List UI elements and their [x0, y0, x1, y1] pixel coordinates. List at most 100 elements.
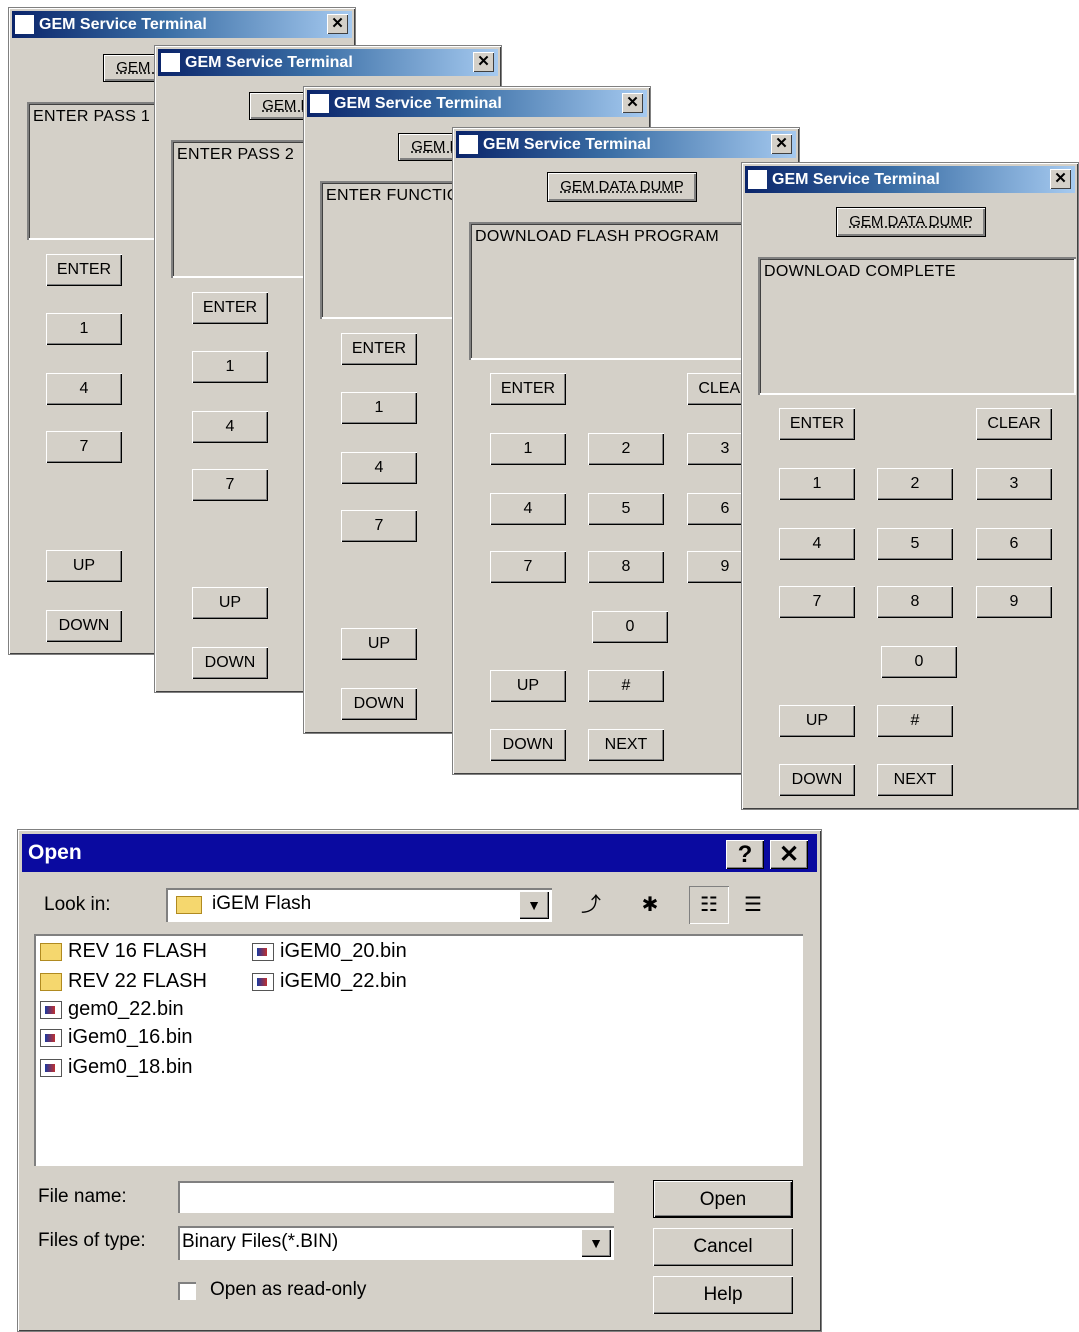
- file-name-input[interactable]: [178, 1181, 614, 1213]
- key-1[interactable]: 1: [341, 392, 417, 424]
- up-button[interactable]: UP: [192, 587, 268, 619]
- terminal-display: DOWNLOAD FLASH PROGRAM: [469, 222, 769, 360]
- key-1[interactable]: 1: [779, 468, 855, 500]
- title-bar[interactable]: GEM Service Terminal ✕: [158, 49, 498, 76]
- dialog-title: Open: [28, 841, 82, 864]
- key-7[interactable]: 7: [341, 510, 417, 542]
- down-button[interactable]: DOWN: [779, 764, 855, 796]
- close-icon[interactable]: ✕: [770, 840, 808, 869]
- enter-button[interactable]: ENTER: [341, 333, 417, 365]
- help-icon[interactable]: ?: [726, 840, 764, 869]
- gem-data-dump-button[interactable]: GEM DATA DUMP: [547, 172, 697, 202]
- key-4[interactable]: 4: [779, 528, 855, 560]
- key-0[interactable]: 0: [592, 611, 668, 643]
- key-5[interactable]: 5: [588, 493, 664, 525]
- close-button[interactable]: ✕: [473, 52, 494, 72]
- window-title: GEM Service Terminal: [39, 16, 207, 33]
- key-7[interactable]: 7: [779, 586, 855, 618]
- readonly-checkbox[interactable]: [178, 1282, 196, 1300]
- title-bar[interactable]: GEM Service Terminal ✕: [745, 166, 1075, 193]
- key-3[interactable]: 3: [976, 468, 1052, 500]
- open-button[interactable]: Open: [653, 1180, 793, 1218]
- title-bar[interactable]: GEM Service Terminal ✕: [456, 131, 796, 158]
- up-button[interactable]: UP: [341, 628, 417, 660]
- clear-button[interactable]: CLEAR: [976, 408, 1052, 440]
- window-title: GEM Service Terminal: [185, 54, 353, 71]
- down-button[interactable]: DOWN: [46, 610, 122, 642]
- list-item[interactable]: iGem0_18.bin: [40, 1054, 193, 1080]
- binary-file-icon: [40, 1058, 62, 1077]
- enter-button[interactable]: ENTER: [46, 254, 122, 286]
- key-1[interactable]: 1: [46, 313, 122, 345]
- list-item[interactable]: gem0_22.bin: [40, 996, 184, 1022]
- cancel-button[interactable]: Cancel: [653, 1228, 793, 1266]
- key-4[interactable]: 4: [490, 493, 566, 525]
- up-button[interactable]: UP: [779, 705, 855, 737]
- next-button[interactable]: NEXT: [588, 729, 664, 761]
- dialog-title-bar[interactable]: Open ? ✕: [22, 834, 817, 872]
- file-list[interactable]: REV 16 FLASH REV 22 FLASH gem0_22.bin iG…: [34, 934, 803, 1166]
- key-4[interactable]: 4: [192, 411, 268, 443]
- files-of-type-label: Files of type:: [38, 1230, 146, 1251]
- enter-button[interactable]: ENTER: [192, 292, 268, 324]
- hash-key[interactable]: #: [588, 670, 664, 702]
- up-folder-icon[interactable]: ⤴: [571, 886, 611, 924]
- file-name: REV 22 FLASH: [68, 970, 207, 992]
- key-4[interactable]: 4: [46, 373, 122, 405]
- close-button[interactable]: ✕: [327, 14, 348, 34]
- key-6[interactable]: 6: [976, 528, 1052, 560]
- chevron-down-icon[interactable]: ▼: [519, 891, 549, 919]
- close-button[interactable]: ✕: [622, 93, 643, 113]
- key-8[interactable]: 8: [877, 586, 953, 618]
- enter-button[interactable]: ENTER: [779, 408, 855, 440]
- new-folder-icon[interactable]: ✱: [630, 886, 670, 924]
- list-view-icon[interactable]: ☷: [689, 886, 729, 924]
- files-of-type-select[interactable]: Binary Files(*.BIN) ▼: [178, 1226, 614, 1260]
- list-item[interactable]: iGem0_16.bin: [40, 1024, 193, 1050]
- down-button[interactable]: DOWN: [490, 729, 566, 761]
- next-button[interactable]: NEXT: [877, 764, 953, 796]
- chevron-down-icon[interactable]: ▼: [581, 1229, 611, 1257]
- key-9[interactable]: 9: [976, 586, 1052, 618]
- hash-key[interactable]: #: [877, 705, 953, 737]
- key-1[interactable]: 1: [490, 433, 566, 465]
- key-7[interactable]: 7: [46, 431, 122, 463]
- key-0[interactable]: 0: [881, 646, 957, 678]
- look-in-select[interactable]: iGEM Flash ▼: [166, 888, 552, 922]
- file-name: iGem0_16.bin: [68, 1026, 193, 1048]
- title-bar[interactable]: GEM Service Terminal ✕: [307, 90, 647, 117]
- details-view-icon[interactable]: ☰: [733, 886, 773, 924]
- down-button[interactable]: DOWN: [192, 647, 268, 679]
- terminal-window-5: GEM Service Terminal ✕ GEM DATA DUMP DOW…: [741, 162, 1079, 810]
- key-2[interactable]: 2: [877, 468, 953, 500]
- key-5[interactable]: 5: [877, 528, 953, 560]
- title-bar[interactable]: GEM Service Terminal ✕: [12, 11, 352, 38]
- key-1[interactable]: 1: [192, 351, 268, 383]
- down-button[interactable]: DOWN: [341, 688, 417, 720]
- readonly-label: Open as read-only: [210, 1279, 367, 1300]
- list-item[interactable]: iGEM0_20.bin: [252, 938, 407, 964]
- list-item[interactable]: iGEM0_22.bin: [252, 968, 407, 994]
- close-button[interactable]: ✕: [771, 134, 792, 154]
- enter-button[interactable]: ENTER: [490, 373, 566, 405]
- folder-open-icon: [176, 896, 202, 914]
- key-7[interactable]: 7: [192, 469, 268, 501]
- wrench-icon: [15, 15, 34, 34]
- open-dialog: Open ? ✕ Look in: iGEM Flash ▼ ⤴ ✱ ☷ ☰ R…: [17, 829, 822, 1332]
- gem-data-dump-button[interactable]: GEM DATA DUMP: [836, 207, 986, 237]
- file-name-label: File name:: [38, 1186, 127, 1207]
- up-button[interactable]: UP: [46, 550, 122, 582]
- up-button[interactable]: UP: [490, 670, 566, 702]
- close-button[interactable]: ✕: [1050, 169, 1071, 189]
- list-item[interactable]: REV 22 FLASH: [40, 968, 207, 994]
- list-item[interactable]: REV 16 FLASH: [40, 938, 207, 964]
- key-7[interactable]: 7: [490, 551, 566, 583]
- binary-file-icon: [40, 1028, 62, 1047]
- binary-file-icon: [252, 972, 274, 991]
- file-name: gem0_22.bin: [68, 998, 184, 1020]
- key-4[interactable]: 4: [341, 452, 417, 484]
- help-button[interactable]: Help: [653, 1276, 793, 1314]
- look-in-value: iGEM Flash: [212, 893, 312, 914]
- key-8[interactable]: 8: [588, 551, 664, 583]
- key-2[interactable]: 2: [588, 433, 664, 465]
